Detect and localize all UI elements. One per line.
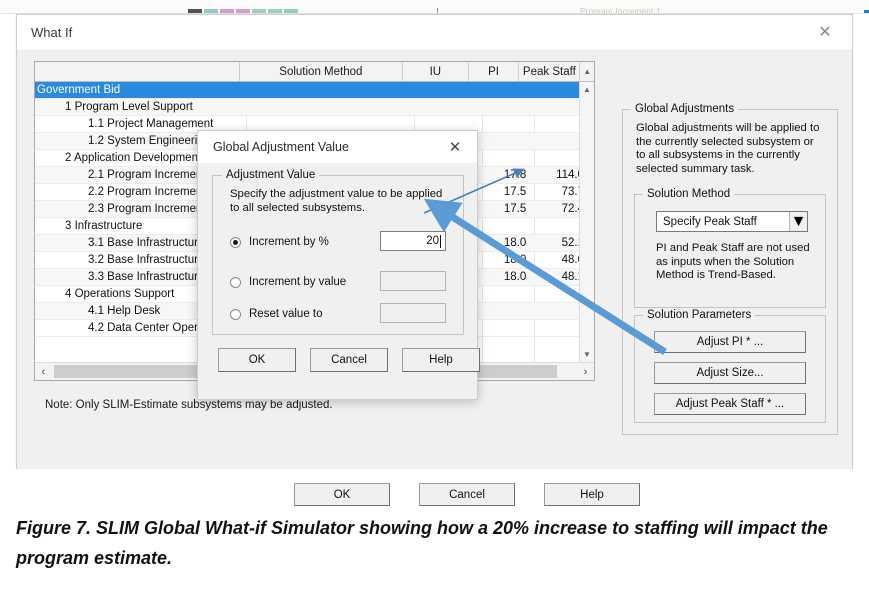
solution-method-legend: Solution Method bbox=[643, 188, 735, 200]
radio-label-reset-value: Reset value to bbox=[249, 308, 323, 320]
chevron-right-icon[interactable]: › bbox=[577, 363, 594, 380]
column-header-peak-staff[interactable]: Peak Staff bbox=[519, 62, 579, 81]
page-root: Program Increment 1 What If ✕ Solution M… bbox=[0, 0, 869, 599]
radio-increment-by-value[interactable]: Increment by value bbox=[230, 276, 346, 288]
chevron-left-icon[interactable]: ‹ bbox=[35, 363, 52, 380]
increment-percent-input[interactable]: 20 bbox=[380, 231, 446, 251]
grid-note: Note: Only SLIM-Estimate subsystems may … bbox=[45, 399, 333, 411]
increment-percent-value: 20 bbox=[426, 235, 439, 247]
row-pi: 17.5 bbox=[503, 203, 527, 215]
grid-vertical-scrollbar[interactable]: ▲ ▼ bbox=[579, 82, 594, 362]
row-name: Government Bid bbox=[37, 84, 121, 96]
window-title: What If bbox=[31, 25, 73, 40]
solution-method-note: PI and Peak Staff are not used as inputs… bbox=[656, 242, 810, 281]
dialog-help-button[interactable]: Help bbox=[402, 348, 480, 372]
table-row[interactable]: Government Bid bbox=[35, 82, 594, 99]
global-adjustments-legend: Global Adjustments bbox=[631, 103, 739, 115]
row-name: 1 Program Level Support bbox=[65, 101, 193, 113]
adjustment-value-description: Specify the adjustment value to be appli… bbox=[230, 188, 443, 214]
adjust-peak-staff-button[interactable]: Adjust Peak Staff * ... bbox=[654, 393, 806, 415]
radio-icon-unselected[interactable] bbox=[230, 276, 241, 288]
column-header-name[interactable] bbox=[35, 62, 240, 81]
global-adjustments-description: Global adjustments will be applied to th… bbox=[636, 122, 820, 175]
chevron-down-icon[interactable]: ▼ bbox=[789, 212, 807, 231]
ok-button[interactable]: OK bbox=[294, 483, 390, 506]
what-if-window: What If ✕ Solution Method IU PI Peak Sta… bbox=[16, 14, 853, 506]
row-pi: 17.5 bbox=[503, 186, 527, 198]
adjust-pi-button[interactable]: Adjust PI * ... bbox=[654, 331, 806, 353]
table-row[interactable]: 1 Program Level Support bbox=[35, 99, 594, 116]
window-titlebar: What If ✕ bbox=[17, 15, 852, 51]
adjustment-value-legend: Adjustment Value bbox=[222, 169, 320, 181]
radio-increment-by-percent[interactable]: Increment by % bbox=[230, 236, 329, 248]
help-button[interactable]: Help bbox=[544, 483, 640, 506]
row-pi: 17.8 bbox=[503, 169, 527, 181]
dialog-buttons: OK Cancel Help bbox=[218, 348, 480, 372]
background-document-strip: Program Increment 1 bbox=[0, 0, 869, 14]
chevron-down-icon[interactable]: ▼ bbox=[580, 347, 594, 362]
dialog-cancel-button[interactable]: Cancel bbox=[310, 348, 388, 372]
radio-reset-value-to[interactable]: Reset value to bbox=[230, 308, 323, 320]
close-icon[interactable]: ✕ bbox=[808, 21, 842, 45]
adjust-size-button[interactable]: Adjust Size... bbox=[654, 362, 806, 384]
row-pi: 18.0 bbox=[503, 254, 527, 266]
background-scrollbar[interactable] bbox=[864, 10, 869, 13]
global-adjustment-value-dialog: Global Adjustment Value ✕ Adjustment Val… bbox=[197, 130, 480, 400]
solution-method-value: Specify Peak Staff bbox=[663, 215, 757, 228]
radio-icon-unselected[interactable] bbox=[230, 308, 241, 320]
close-icon[interactable]: ✕ bbox=[441, 136, 469, 158]
dialog-title: Global Adjustment Value bbox=[213, 140, 349, 154]
dialog-ok-button[interactable]: OK bbox=[218, 348, 296, 372]
row-pi: 18.0 bbox=[503, 237, 527, 249]
row-pi: 18.0 bbox=[503, 271, 527, 283]
column-header-iu[interactable]: IU bbox=[403, 62, 469, 81]
increment-value-input[interactable] bbox=[380, 271, 446, 291]
dialog-titlebar: Global Adjustment Value ✕ bbox=[198, 131, 477, 164]
solution-parameters-legend: Solution Parameters bbox=[643, 309, 756, 321]
adjustment-value-group: Adjustment Value Specify the adjustment … bbox=[212, 169, 464, 335]
radio-icon-selected[interactable] bbox=[230, 236, 241, 248]
radio-label-increment-value: Increment by value bbox=[249, 276, 347, 288]
solution-method-dropdown[interactable]: Specify Peak Staff ▼ bbox=[656, 211, 808, 232]
window-footer-buttons: OK Cancel Help bbox=[294, 483, 640, 506]
window-body: Solution Method IU PI Peak Staff ▲ Gover… bbox=[17, 51, 852, 506]
row-name: 1.1 Project Management bbox=[88, 118, 214, 130]
solution-method-group: Solution Method Specify Peak Staff ▼ PI … bbox=[634, 188, 826, 308]
cancel-button[interactable]: Cancel bbox=[419, 483, 515, 506]
grid-header-row: Solution Method IU PI Peak Staff ▲ bbox=[35, 62, 594, 82]
radio-label-increment-percent: Increment by % bbox=[249, 236, 329, 248]
solution-parameters-group: Solution Parameters Adjust PI * ... Adju… bbox=[634, 309, 826, 423]
column-header-pi[interactable]: PI bbox=[469, 62, 520, 81]
text-caret bbox=[440, 234, 441, 248]
solution-parameters-buttons: Adjust PI * ... Adjust Size... Adjust Pe… bbox=[654, 331, 806, 415]
column-header-solution-method[interactable]: Solution Method bbox=[240, 62, 403, 81]
background-ghost-label: Program Increment 1 bbox=[580, 7, 661, 14]
chevron-up-icon[interactable]: ▲ bbox=[579, 62, 594, 81]
reset-value-input[interactable] bbox=[380, 303, 446, 323]
chevron-up-icon[interactable]: ▲ bbox=[580, 82, 594, 97]
figure-caption: Figure 7. SLIM Global What-if Simulator … bbox=[16, 518, 828, 568]
